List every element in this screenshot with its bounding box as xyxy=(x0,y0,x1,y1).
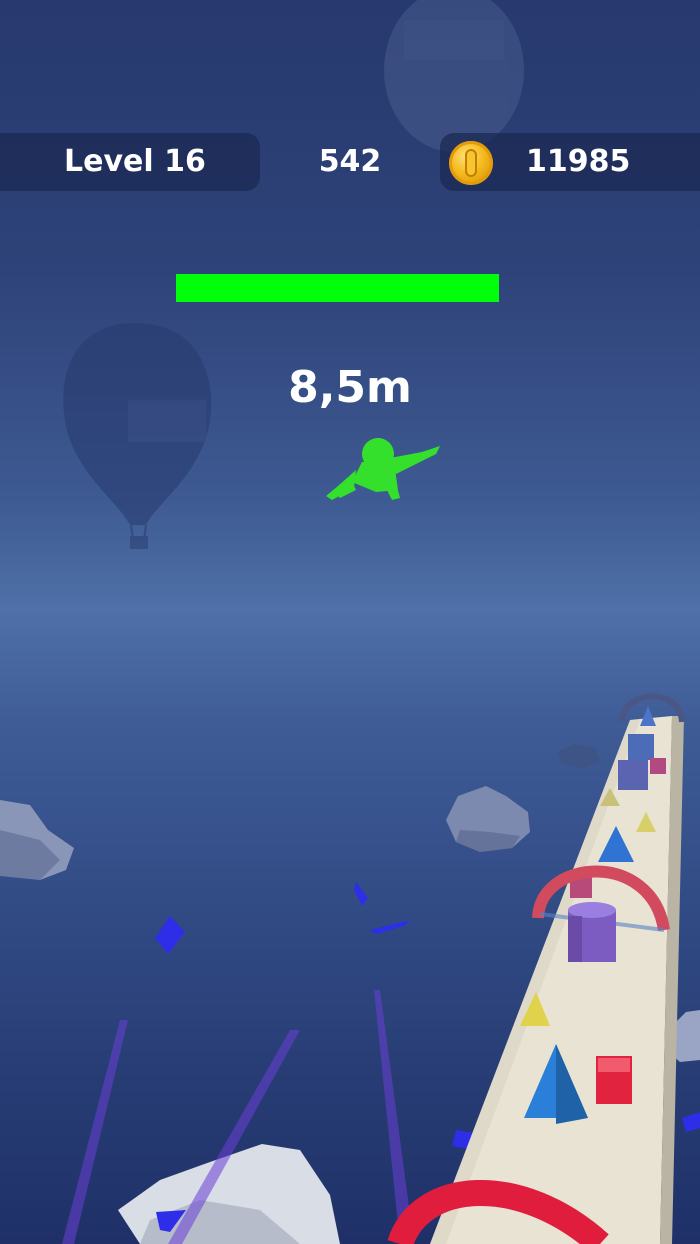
gold-coin-icon xyxy=(449,141,493,185)
level-progress-bar xyxy=(176,274,499,302)
progress-fill xyxy=(176,274,499,302)
hot-air-balloon-far xyxy=(384,0,524,152)
cloud-bottom xyxy=(118,1144,340,1244)
hot-air-balloon xyxy=(63,323,212,549)
cloud-small-far xyxy=(558,744,600,768)
coin-count: 11985 xyxy=(526,144,631,179)
hexagon-obstacle xyxy=(568,902,616,962)
cloud-left xyxy=(0,800,74,880)
player-skydiver xyxy=(326,438,440,500)
distance-readout: 8,5m xyxy=(288,362,412,413)
cloud-mid xyxy=(446,786,530,852)
